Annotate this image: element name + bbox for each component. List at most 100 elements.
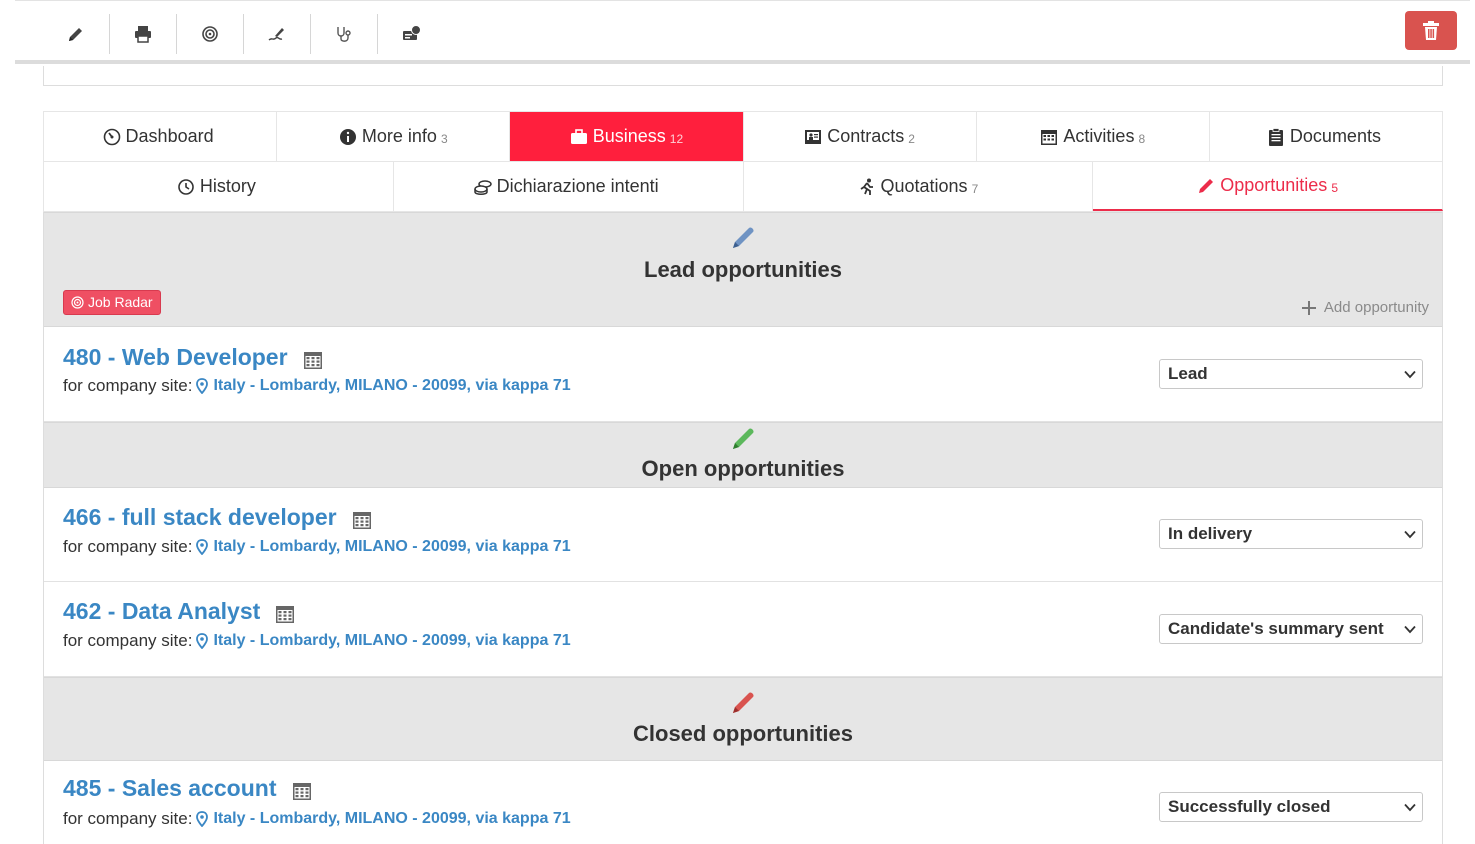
calendar-icon bbox=[1041, 129, 1058, 145]
tab-label: Contracts bbox=[827, 126, 905, 146]
opportunity-title: 480 - Web Developer bbox=[63, 344, 288, 370]
top-toolbar bbox=[15, 0, 1470, 64]
header-panel bbox=[43, 66, 1443, 86]
site-address: Italy - Lombardy, MILANO - 20099, via ka… bbox=[213, 538, 571, 555]
coins-icon bbox=[473, 179, 492, 195]
trash-icon bbox=[1423, 20, 1439, 40]
company-site: for company site: Italy - Lombardy, MILA… bbox=[63, 809, 571, 829]
status-value: Successfully closed bbox=[1168, 797, 1331, 816]
status-select[interactable]: Candidate's summary sent bbox=[1159, 614, 1423, 644]
calendar-icon[interactable] bbox=[303, 350, 323, 370]
site-address-link[interactable]: Italy - Lombardy, MILANO - 20099, via ka… bbox=[196, 632, 571, 650]
tab-more-info[interactable]: More info 3 bbox=[277, 112, 511, 161]
tab-label: Documents bbox=[1289, 126, 1381, 146]
tab-label: History bbox=[199, 176, 256, 196]
opportunity-title-link[interactable]: 462 - Data Analyst bbox=[63, 598, 295, 625]
target-button[interactable] bbox=[177, 14, 244, 54]
history-icon bbox=[178, 178, 194, 195]
site-address: Italy - Lombardy, MILANO - 20099, via ka… bbox=[213, 377, 571, 394]
tabs-row-primary: Dashboard More info 3 Business 12 Contra… bbox=[43, 111, 1444, 161]
edit-button[interactable] bbox=[43, 14, 110, 54]
site-address-link[interactable]: Italy - Lombardy, MILANO - 20099, via ka… bbox=[196, 538, 571, 556]
tab-label: More info bbox=[361, 126, 437, 146]
status-select[interactable]: Lead bbox=[1159, 359, 1423, 389]
tab-label: Activities bbox=[1063, 126, 1135, 146]
opportunities-panel: Lead opportunities Job Radar Add opportu… bbox=[43, 212, 1443, 844]
section-title: Closed opportunities bbox=[633, 721, 853, 746]
tab-documents[interactable]: Documents bbox=[1210, 112, 1444, 161]
tab-count: 2 bbox=[908, 131, 915, 146]
tab-count: 3 bbox=[440, 131, 448, 146]
section-title: Open opportunities bbox=[641, 456, 845, 481]
chevron-down-icon bbox=[1404, 370, 1416, 379]
company-site: for company site: Italy - Lombardy, MILA… bbox=[63, 631, 571, 651]
status-value: Lead bbox=[1168, 364, 1208, 383]
feather-pen-icon bbox=[733, 692, 754, 713]
opportunity-title-link[interactable]: 466 - full stack developer bbox=[63, 504, 372, 531]
clipboard-icon bbox=[1268, 127, 1283, 146]
tool-group bbox=[43, 14, 445, 54]
badge-label: Job Radar bbox=[88, 294, 153, 310]
tab-label: Quotations bbox=[880, 176, 968, 196]
tab-dichiarazione-intenti[interactable]: Dichiarazione intenti bbox=[394, 162, 744, 211]
add-opportunity-button[interactable]: Add opportunity bbox=[1301, 299, 1429, 316]
site-address-link[interactable]: Italy - Lombardy, MILANO - 20099, via ka… bbox=[196, 810, 571, 828]
calendar-icon[interactable] bbox=[352, 510, 372, 530]
site-address: Italy - Lombardy, MILANO - 20099, via ka… bbox=[213, 810, 571, 827]
info-icon bbox=[339, 128, 356, 145]
opportunity-title-link[interactable]: 480 - Web Developer bbox=[63, 344, 323, 371]
tab-count: 7 bbox=[971, 181, 979, 196]
tab-count: 5 bbox=[1331, 180, 1338, 195]
tab-opportunities[interactable]: Opportunities 5 bbox=[1093, 162, 1443, 211]
status-value: Candidate's summary sent bbox=[1168, 619, 1384, 638]
company-site: for company site: Italy - Lombardy, MILA… bbox=[63, 537, 571, 557]
tab-business[interactable]: Business 12 bbox=[510, 112, 744, 161]
stethoscope-button[interactable] bbox=[311, 14, 378, 54]
tab-label: Dichiarazione intenti bbox=[496, 176, 659, 196]
tab-history[interactable]: History bbox=[44, 162, 394, 211]
tab-count: 12 bbox=[669, 131, 684, 146]
tab-contracts[interactable]: Contracts 2 bbox=[744, 112, 977, 161]
status-select[interactable]: In delivery bbox=[1159, 519, 1423, 549]
tab-quotations[interactable]: Quotations 7 bbox=[744, 162, 1094, 211]
status-value: In delivery bbox=[1168, 524, 1253, 543]
gauge-icon bbox=[103, 128, 120, 145]
tab-dashboard[interactable]: Dashboard bbox=[44, 112, 278, 161]
signature-button[interactable] bbox=[244, 14, 311, 54]
open-section-header: Open opportunities bbox=[44, 422, 1442, 488]
runner-icon bbox=[860, 178, 873, 195]
site-address: Italy - Lombardy, MILANO - 20099, via ka… bbox=[213, 632, 571, 649]
money-transfer-icon bbox=[402, 25, 421, 40]
status-select[interactable]: Successfully closed bbox=[1159, 792, 1423, 822]
section-title: Lead opportunities bbox=[644, 257, 842, 282]
tab-label: Business bbox=[592, 126, 666, 146]
opportunity-row: 485 - Sales account for company site: It… bbox=[44, 761, 1442, 844]
target-icon bbox=[202, 26, 218, 42]
job-radar-badge[interactable]: Job Radar bbox=[63, 290, 161, 315]
tab-activities[interactable]: Activities 8 bbox=[977, 112, 1210, 161]
site-address-link[interactable]: Italy - Lombardy, MILANO - 20099, via ka… bbox=[196, 377, 571, 395]
map-marker-icon bbox=[196, 378, 209, 394]
tab-label: Opportunities bbox=[1220, 175, 1328, 195]
calendar-icon[interactable] bbox=[292, 781, 312, 801]
opportunity-row: 462 - Data Analyst for company site: Ita… bbox=[44, 582, 1442, 677]
tab-count: 8 bbox=[1138, 131, 1146, 146]
signature-icon bbox=[268, 28, 284, 41]
closed-section-header: Closed opportunities bbox=[44, 677, 1442, 761]
add-opportunity-label: Add opportunity bbox=[1323, 299, 1429, 316]
chevron-down-icon bbox=[1404, 803, 1416, 812]
tab-label: Dashboard bbox=[125, 126, 214, 146]
print-button[interactable] bbox=[110, 14, 177, 54]
map-marker-icon bbox=[196, 811, 209, 827]
opportunity-title: 462 - Data Analyst bbox=[63, 598, 261, 624]
chevron-down-icon bbox=[1404, 625, 1416, 634]
opportunity-title-link[interactable]: 485 - Sales account bbox=[63, 775, 312, 802]
opportunity-title: 466 - full stack developer bbox=[63, 504, 337, 530]
delete-button[interactable] bbox=[1405, 11, 1457, 50]
tabs-row-secondary: History Dichiarazione intenti Quotations… bbox=[43, 161, 1443, 212]
map-marker-icon bbox=[196, 633, 209, 649]
site-prefix: for company site: bbox=[63, 376, 193, 395]
map-marker-icon bbox=[196, 539, 209, 555]
calendar-icon[interactable] bbox=[275, 604, 295, 624]
money-transfer-button[interactable] bbox=[378, 14, 445, 54]
